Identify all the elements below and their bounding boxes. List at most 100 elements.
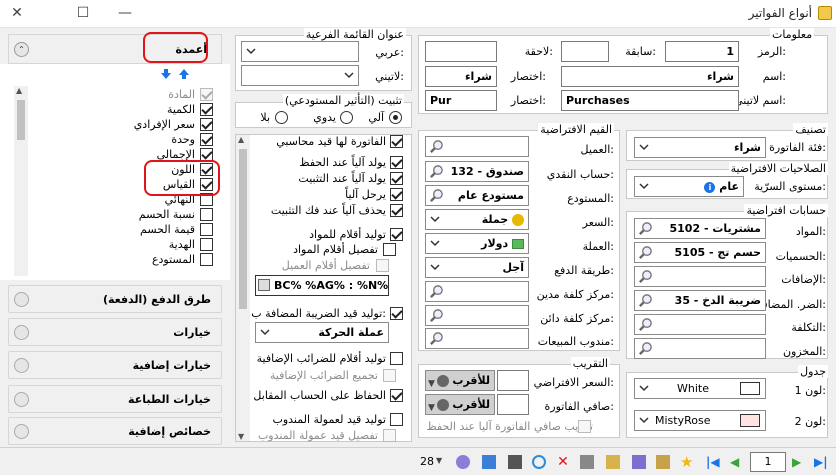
search-icon[interactable] [429,308,444,323]
search-icon[interactable] [429,164,444,179]
scroll-up-icon[interactable]: ▲ [238,135,244,144]
opt-gen-extra-taxes-checkbox[interactable] [390,352,403,365]
name-field[interactable]: شراء [561,66,739,87]
auto-round-checkbox[interactable] [578,420,591,433]
section-extra-options[interactable]: خيارات إضافية [8,351,222,379]
search-icon[interactable] [638,221,653,236]
secrecy-select[interactable]: i عام [634,176,744,197]
opt-gen-material-lines-checkbox[interactable] [390,228,403,241]
latin-abbr-field[interactable]: Pur [425,90,497,111]
refresh-icon[interactable] [532,455,546,469]
search-icon[interactable] [638,245,653,260]
opt-auto-delete-checkbox[interactable] [390,204,403,217]
section-print-options[interactable]: خيارات الطباعة [8,385,222,413]
save-icon[interactable] [632,455,646,469]
radio-manual[interactable] [340,111,353,124]
search-icon[interactable] [638,293,653,308]
radio-auto[interactable] [389,111,402,124]
opt-gen-on-save-checkbox[interactable] [390,156,403,169]
vat-entry-checkbox[interactable] [390,307,403,320]
default-price-mode[interactable]: ▼ للأقرب [425,370,495,391]
close-button[interactable]: ✕ [4,4,30,22]
next-field[interactable] [425,41,497,62]
column-checkbox[interactable] [200,88,213,101]
expand-icon[interactable] [14,424,29,439]
customer-field[interactable] [425,136,529,157]
latin-name-field[interactable]: Purchases [561,90,739,111]
radio-none[interactable] [275,111,288,124]
scroll-up-icon[interactable]: ▲ [16,86,22,95]
last-record-icon[interactable]: ▶| [814,455,828,469]
opt-detail-customer-lines-checkbox[interactable] [376,259,389,272]
prev-field[interactable] [561,41,609,62]
price-select[interactable]: جملة [425,209,529,230]
section-payment-methods[interactable]: طرق الدفع (الدفعة) [8,285,222,313]
stock-field[interactable] [634,338,766,359]
section-options[interactable]: خيارات [8,318,222,346]
copy-icon[interactable] [606,455,620,469]
cost-center-credit-field[interactable] [425,305,529,326]
next-record-icon[interactable]: ▶ [792,455,806,469]
expand-icon[interactable] [14,325,29,340]
opt-keep-counter-account-checkbox[interactable] [390,389,403,402]
collapse-icon[interactable]: ⌃ [14,42,29,57]
vat-entry-select[interactable]: عملة الحركة [255,322,389,343]
code-field[interactable]: 1 [665,41,739,62]
minimize-button[interactable]: — [112,4,138,22]
latin-select[interactable] [241,65,359,86]
page-input[interactable]: 1 [750,452,786,472]
opt-auto-post-checkbox[interactable] [390,188,403,201]
expand-icon[interactable] [14,292,29,307]
color1-select[interactable]: White [634,378,766,399]
section-extra-properties[interactable]: خصائص إضافية [8,417,222,445]
link-icon[interactable] [508,455,522,469]
category-select[interactable]: شراء [634,137,766,158]
abbr-field[interactable]: شراء [425,66,497,87]
search-icon[interactable] [429,188,444,203]
payment-select[interactable]: آجل [425,257,529,278]
net-invoice-field[interactable] [497,394,529,415]
opt-detail-commission-checkbox[interactable] [383,429,396,442]
options-scrollbar[interactable]: ▲ ▼ [236,135,250,441]
previous-record-icon[interactable]: ◀ [730,455,744,469]
vat-field[interactable]: 35 - ضريبة الدخ [634,290,766,311]
expand-icon[interactable] [14,392,29,407]
columns-scroll-thumb[interactable] [17,100,25,140]
arrow-up-icon[interactable] [178,68,190,80]
cash-field[interactable]: 132 - صندوق [425,161,529,182]
undo-icon[interactable] [580,455,594,469]
column-checkbox[interactable] [200,253,213,266]
scroll-down-icon[interactable]: ▼ [238,432,244,441]
opt-group-extra-taxes-checkbox[interactable] [383,369,396,382]
maximize-button[interactable]: ☐ [70,4,96,22]
opt-gen-on-install-checkbox[interactable] [390,172,403,185]
formula-field[interactable]: BC% %AG% : %N% [255,275,389,296]
sales-rep-field[interactable] [425,328,529,349]
options-scroll-thumb[interactable] [239,149,247,309]
sort-icon[interactable] [482,455,496,469]
first-record-icon[interactable]: |◀ [706,455,720,469]
search-icon[interactable] [638,269,653,284]
column-checkbox[interactable] [200,208,213,221]
cost-center-debit-field[interactable] [425,281,529,302]
discounts-field[interactable]: 5105 - حسم تج [634,242,766,263]
column-checkbox[interactable] [200,133,213,146]
color2-select[interactable]: MistyRose [634,410,766,431]
search-icon[interactable] [638,317,653,332]
print-icon[interactable] [656,455,670,469]
default-price-field[interactable] [497,370,529,391]
settings-icon[interactable] [456,455,470,469]
opt-accounting-entry-checkbox[interactable] [390,135,403,148]
search-icon[interactable] [429,284,444,299]
arabic-select[interactable] [241,41,359,62]
search-icon[interactable] [429,139,444,154]
star-icon[interactable]: ★ [680,455,694,470]
materials-field[interactable]: 5102 - مشتريات [634,218,766,239]
additions-field[interactable] [634,266,766,287]
expand-icon[interactable] [14,358,29,373]
cost-field[interactable] [634,314,766,335]
search-icon[interactable] [429,331,444,346]
opt-gen-commission-checkbox[interactable] [390,413,403,426]
column-checkbox[interactable] [200,103,213,116]
column-checkbox[interactable] [200,118,213,131]
